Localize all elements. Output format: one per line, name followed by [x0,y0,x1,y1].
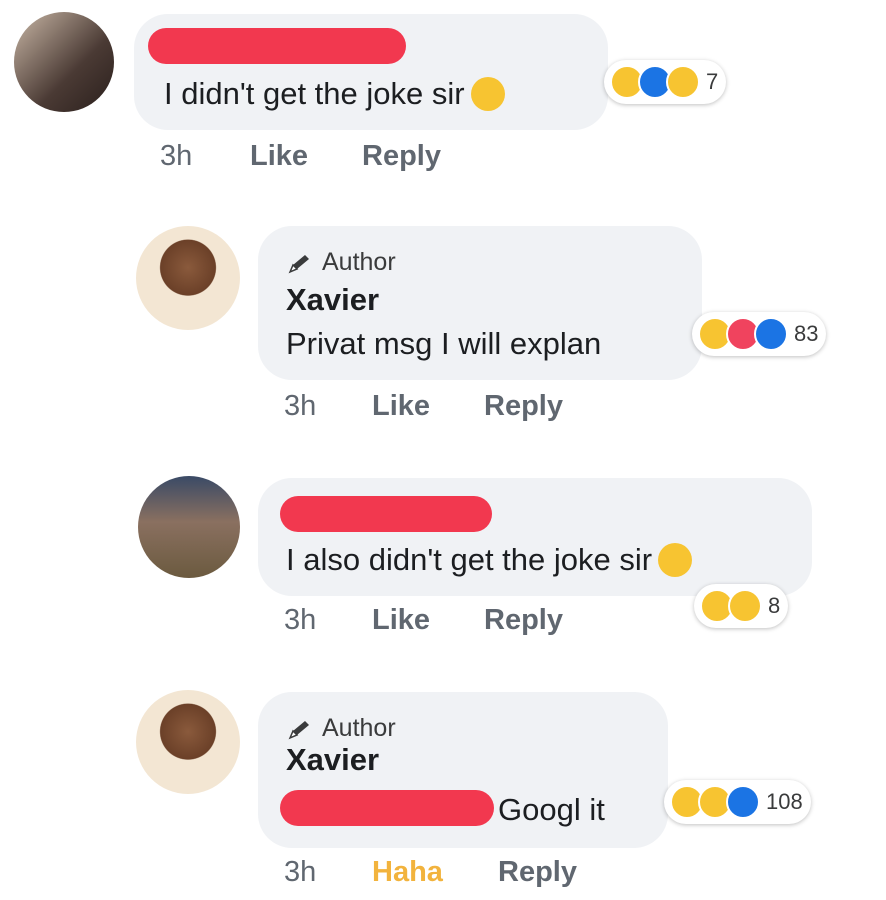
avatar[interactable] [138,476,240,578]
like-button[interactable]: Like [372,604,430,637]
redacted-name [280,496,492,532]
pencil-icon [288,720,309,739]
author-name[interactable]: Xavier [286,742,379,778]
like-icon [754,317,788,351]
pencil-icon [288,254,309,273]
reply-button[interactable]: Reply [498,856,577,889]
reaction-summary[interactable]: 108 [664,780,811,824]
comment-text: Privat msg I will explan [286,326,602,361]
avatar[interactable] [136,226,240,330]
author-badge: Author [288,248,396,277]
comment-text: Googl it [498,792,605,827]
reply-button[interactable]: Reply [362,140,441,173]
like-button[interactable]: Like [372,390,430,423]
reaction-count: 83 [794,321,819,346]
author-badge-label: Author [322,248,396,276]
haha-reaction-button[interactable]: Haha [372,856,443,889]
timestamp[interactable]: 3h [284,390,316,423]
reply-button[interactable]: Reply [484,390,563,423]
sad-icon [666,65,700,99]
reaction-count: 7 [706,69,719,94]
reaction-count: 108 [766,789,803,814]
comment-text: I didn't get the joke sir [164,76,505,113]
reaction-summary[interactable]: 83 [692,312,827,356]
avatar[interactable] [136,690,240,794]
reaction-summary[interactable]: 7 [604,60,727,104]
haha-icon [728,589,762,623]
timestamp[interactable]: 3h [284,604,316,637]
author-badge-label: Author [322,714,396,742]
frowning-face-icon [470,76,505,111]
reply-button[interactable]: Reply [484,604,563,637]
reaction-summary[interactable]: 8 [694,584,789,628]
redacted-mention [280,790,494,826]
pensive-face-icon [658,542,693,577]
timestamp[interactable]: 3h [284,856,316,889]
reaction-count: 8 [768,593,781,618]
avatar[interactable] [14,12,114,112]
like-icon [726,785,760,819]
comment-text: I also didn't get the joke sir [286,542,693,579]
timestamp[interactable]: 3h [160,140,192,173]
author-badge: Author [288,714,396,743]
like-button[interactable]: Like [250,140,308,173]
author-name[interactable]: Xavier [286,282,379,318]
redacted-name [148,28,406,64]
